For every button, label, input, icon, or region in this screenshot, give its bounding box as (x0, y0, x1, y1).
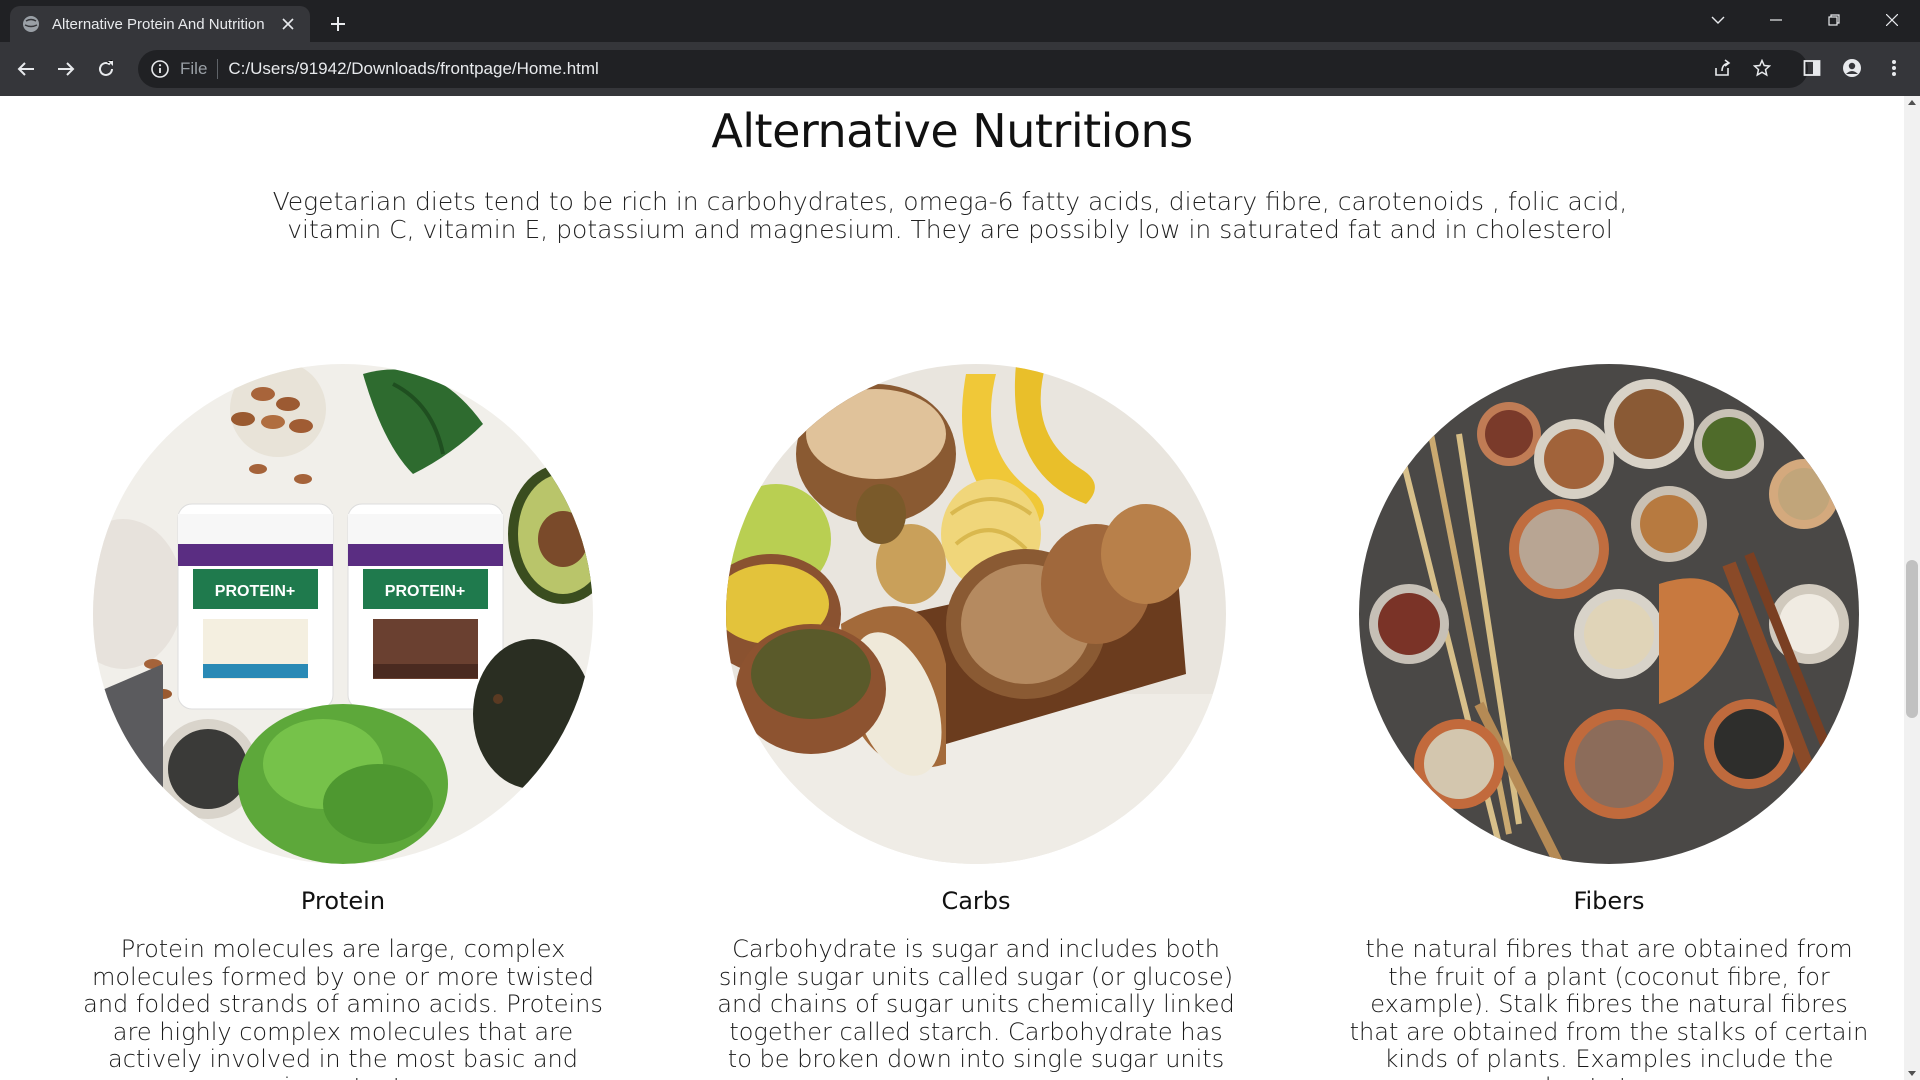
url-scheme: File (180, 59, 208, 78)
restore-icon[interactable] (1806, 0, 1862, 40)
new-tab-icon[interactable] (324, 10, 352, 38)
card-text: Carbohydrate is sugar and includes both … (717, 935, 1235, 1073)
reload-icon[interactable] (90, 53, 122, 85)
minimize-icon[interactable] (1748, 0, 1804, 40)
globe-icon (23, 16, 39, 32)
protein-label-2: PROTEIN+ (385, 583, 465, 600)
card-text: the natural fibres that are obtained fro… (1349, 935, 1869, 1080)
browser-toolbar: File C:/Users/91942/Downloads/frontpage/… (0, 42, 1920, 96)
profile-avatar-icon[interactable] (1836, 52, 1868, 84)
browser-tab-active[interactable]: Alternative Protein And Nutrition (10, 6, 310, 42)
protein-photo: PROTEIN+ PROTEIN+ (93, 364, 593, 864)
tab-title: Alternative Protein And Nutrition (52, 15, 265, 33)
page-scrollbar[interactable] (1904, 96, 1920, 1080)
card-title: Carbs (941, 887, 1011, 915)
tab-search-chevron-icon[interactable] (1690, 0, 1746, 40)
back-arrow-icon[interactable] (10, 53, 42, 85)
close-window-icon[interactable] (1864, 0, 1920, 40)
protein-label-1: PROTEIN+ (215, 583, 295, 600)
share-icon[interactable] (1706, 52, 1738, 84)
card-text: Protein molecules are large, complex mol… (83, 935, 603, 1080)
browser-tab-bar: Alternative Protein And Nutrition (0, 0, 1920, 42)
site-info-icon[interactable] (150, 59, 170, 79)
scroll-up-arrow-icon[interactable] (1908, 100, 1916, 105)
intro-paragraph: Vegetarian diets tend to be rich in carb… (272, 187, 1628, 244)
scroll-down-arrow-icon[interactable] (1908, 1071, 1916, 1076)
carbs-photo (726, 364, 1226, 864)
bookmark-star-icon[interactable] (1746, 52, 1778, 84)
url-separator (217, 59, 219, 79)
side-panel-icon[interactable] (1796, 52, 1828, 84)
fibers-photo (1359, 364, 1859, 864)
card-title: Protein (300, 887, 386, 915)
tab-close-icon[interactable] (278, 14, 298, 34)
card-title: Fibers (1573, 887, 1645, 915)
page-viewport: Alternative Nutritions Vegetarian diets … (0, 96, 1904, 1080)
menu-dots-icon[interactable] (1878, 52, 1910, 84)
url-text[interactable]: C:/Users/91942/Downloads/frontpage/Home.… (228, 59, 598, 79)
forward-arrow-icon[interactable] (50, 53, 82, 85)
address-bar[interactable]: File C:/Users/91942/Downloads/frontpage/… (138, 50, 1808, 88)
scroll-thumb[interactable] (1906, 560, 1918, 718)
page-title: Alternative Nutritions (711, 104, 1193, 158)
